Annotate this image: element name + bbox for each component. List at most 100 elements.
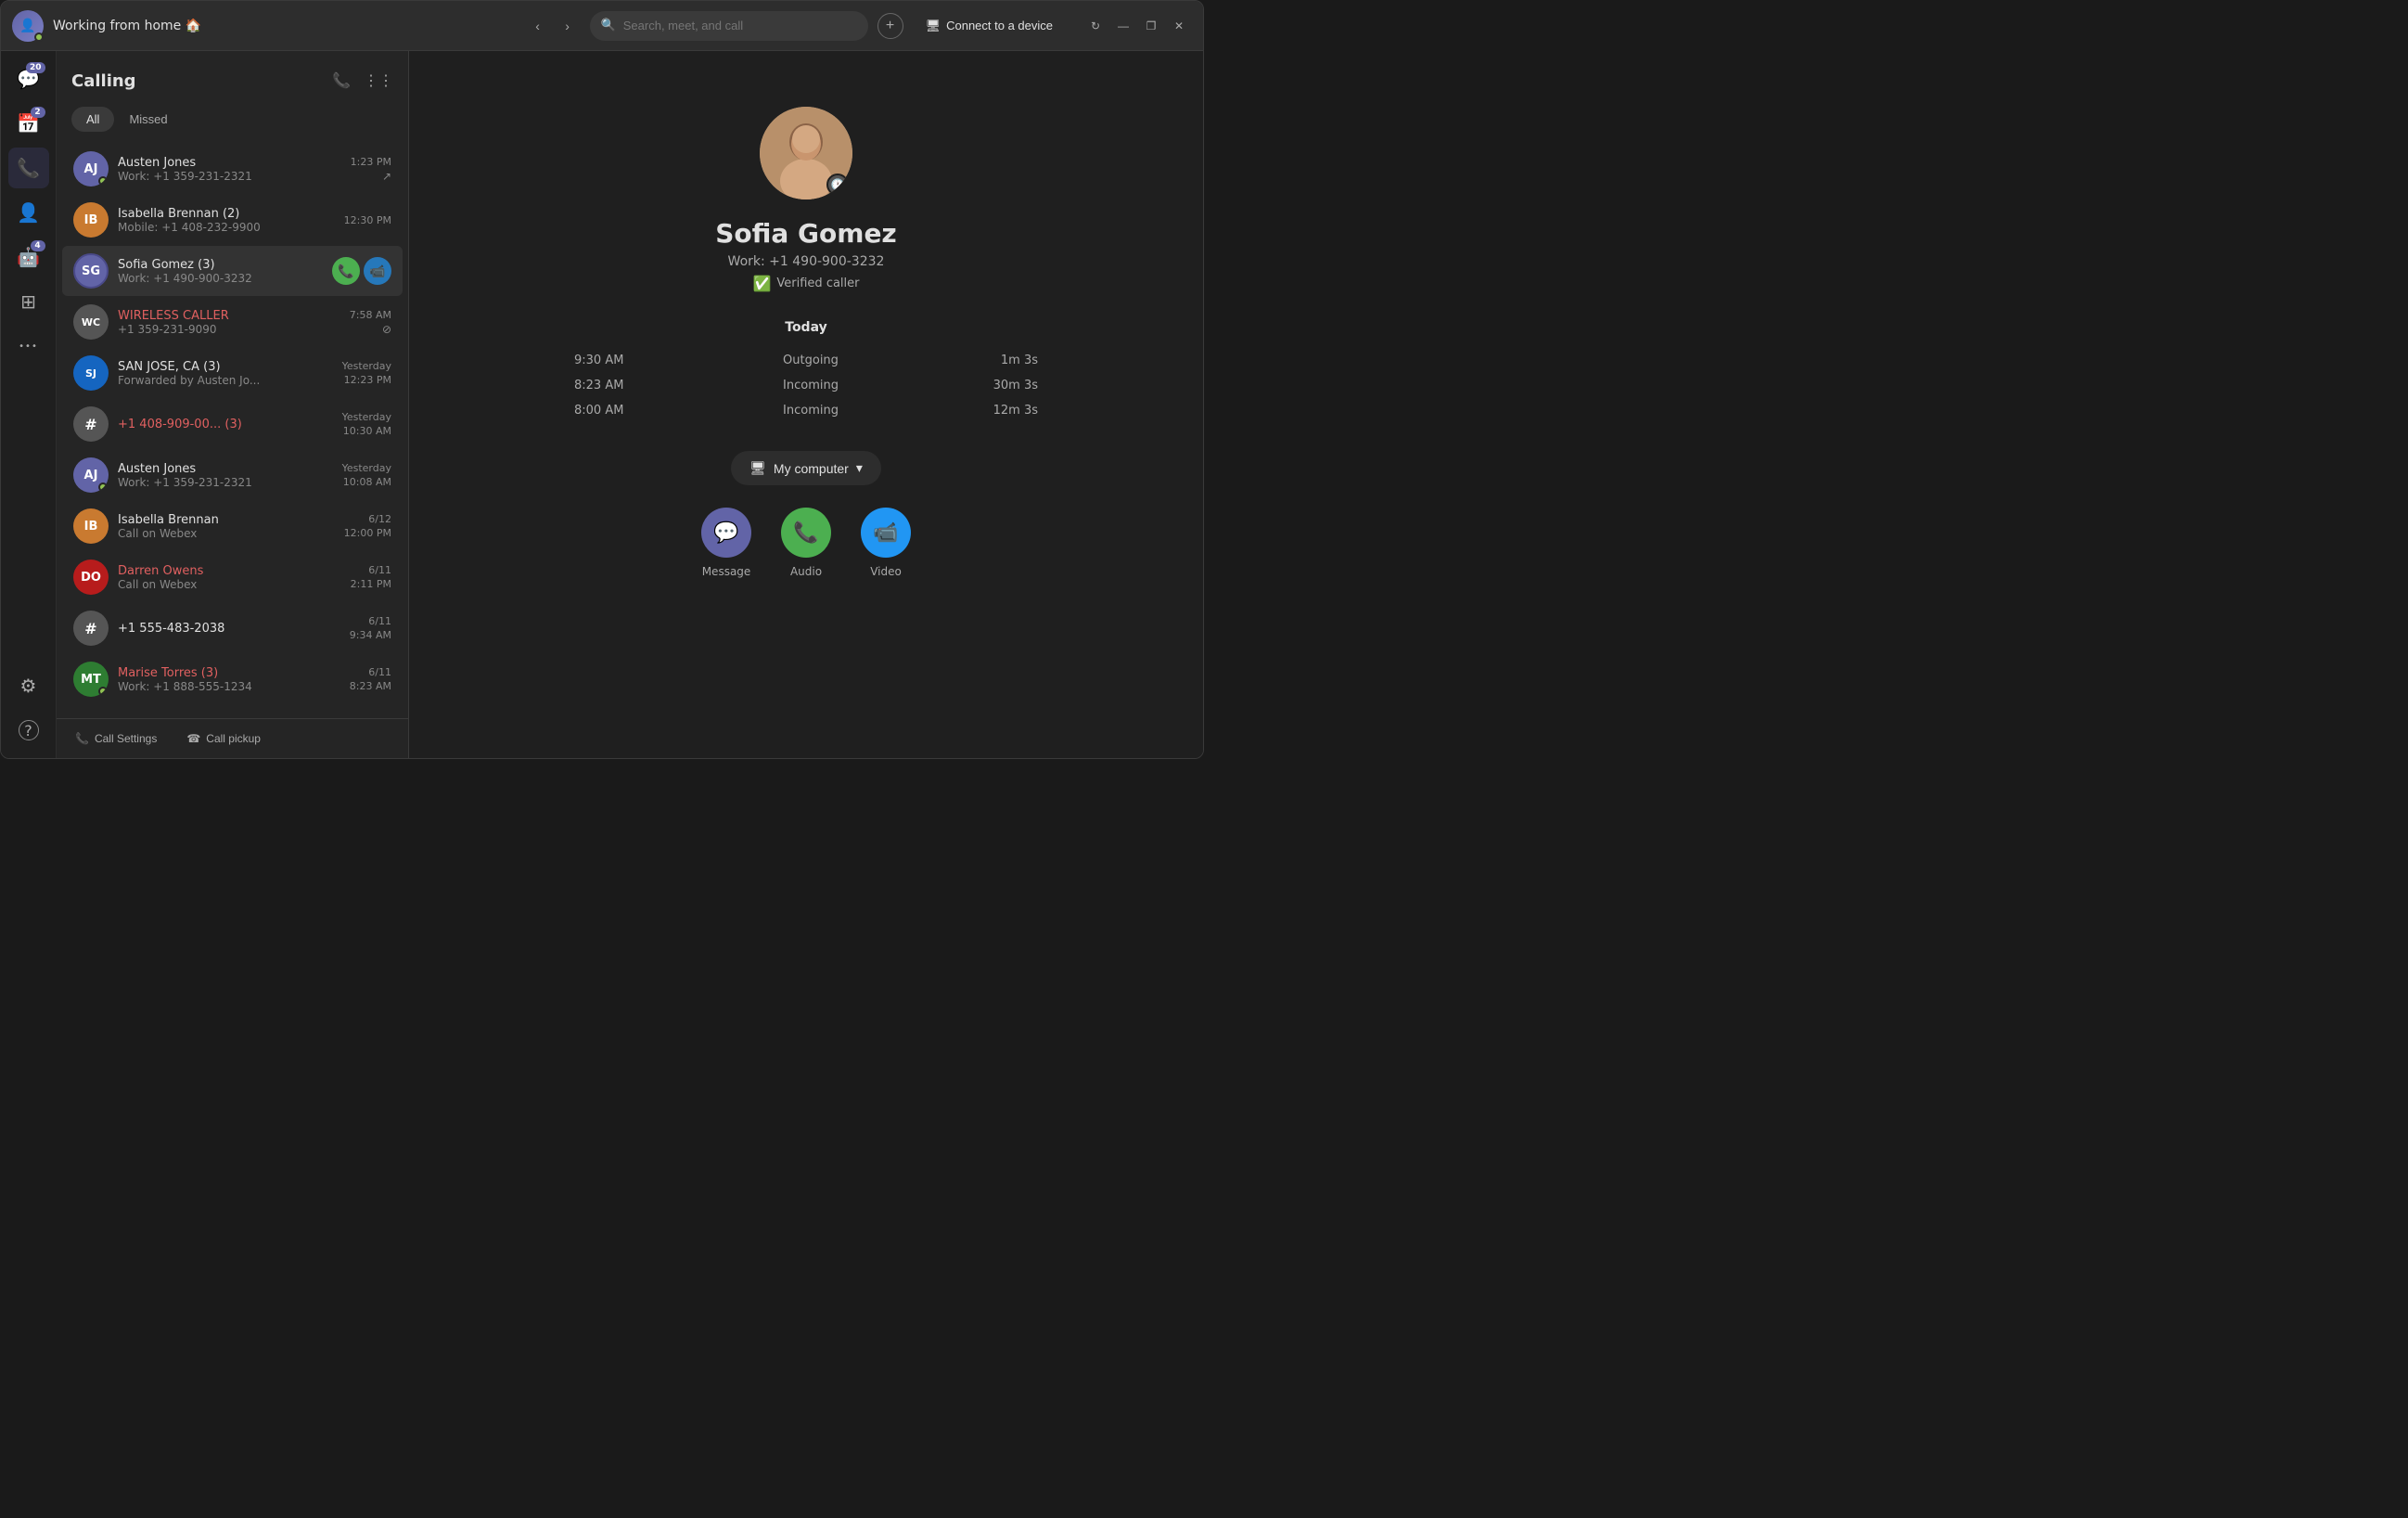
message-button[interactable]: 💬 — [701, 508, 751, 558]
video-button[interactable]: 📹 — [861, 508, 911, 558]
history-date-label: Today — [574, 320, 1038, 335]
device-selector-button[interactable]: 🖥 My computer ▾ — [731, 451, 881, 485]
sidebar-item-help[interactable]: ? — [8, 710, 49, 751]
status-dot — [34, 32, 44, 42]
call-settings-button[interactable]: 📞 Call Settings — [68, 728, 164, 749]
list-item[interactable]: AJ Austen Jones Work: +1 359-231-2321 Ye… — [62, 450, 403, 500]
connect-device-button[interactable]: 🖥 Connect to a device — [913, 13, 1066, 39]
avatar: SJ — [73, 355, 109, 391]
audio-label: Audio — [790, 565, 822, 578]
avatar: IB — [73, 202, 109, 238]
message-action-wrap: 💬 Message — [701, 508, 751, 578]
add-button[interactable]: + — [877, 13, 903, 39]
caller-name: Isabella Brennan (2) — [118, 207, 335, 221]
call-bottom: 📞 Call Settings ☎ Call pickup — [57, 718, 408, 758]
avatar: # — [73, 406, 109, 442]
caller-number: Mobile: +1 408-232-9900 — [118, 221, 335, 234]
sidebar-nav: 💬 20 📅 2 📞 👤 🤖 4 ⊞ ••• — [1, 51, 57, 758]
close-button[interactable]: ✕ — [1166, 13, 1192, 39]
avatar: WC — [73, 304, 109, 340]
avatar: IB — [73, 508, 109, 544]
sidebar-item-bots[interactable]: 🤖 4 — [8, 237, 49, 277]
contact-number: Work: +1 490-900-3232 — [728, 254, 885, 269]
contacts-icon: 👤 — [17, 201, 40, 224]
computer-icon: 🖥 — [749, 460, 766, 476]
contact-name: Sofia Gomez — [715, 218, 896, 249]
caller-name: Marise Torres (3) — [118, 666, 340, 680]
help-icon: ? — [19, 720, 39, 740]
app-title: Working from home 🏠 — [53, 19, 516, 33]
avatar: 👤 — [12, 10, 44, 42]
sidebar-item-more[interactable]: ••• — [8, 326, 49, 367]
list-item[interactable]: IB Isabella Brennan Call on Webex 6/12 1… — [62, 501, 403, 551]
sidebar-item-calendar[interactable]: 📅 2 — [8, 103, 49, 144]
list-item[interactable]: MT Marise Torres (3) Work: +1 888-555-12… — [62, 654, 403, 704]
calling-header: Calling 📞 ⋮⋮ — [57, 51, 408, 107]
list-item[interactable]: # +1 408-909-00... (3) Yesterday 10:30 A… — [62, 399, 403, 449]
list-item[interactable]: AJ Austen Jones Work: +1 359-231-2321 1:… — [62, 144, 403, 194]
sidebar-item-settings[interactable]: ⚙ — [8, 665, 49, 706]
caller-number: Work: +1 490-900-3232 — [118, 272, 323, 285]
search-input[interactable] — [623, 19, 857, 32]
verified-badge: ✅ Verified caller — [752, 275, 859, 292]
list-item[interactable]: SJ SAN JOSE, CA (3) Forwarded by Austen … — [62, 348, 403, 398]
monitor-icon: 🖥 — [926, 19, 941, 33]
filter-missed-tab[interactable]: Missed — [114, 107, 182, 132]
audio-call-button[interactable]: 📞 — [332, 257, 360, 285]
video-call-button[interactable]: 📹 — [364, 257, 391, 285]
refresh-button[interactable]: ↻ — [1082, 13, 1108, 39]
call-list: AJ Austen Jones Work: +1 359-231-2321 1:… — [57, 143, 408, 718]
avatar: AJ — [73, 151, 109, 187]
more-options-button[interactable]: ⋮⋮ — [364, 66, 393, 96]
caller-number: +1 359-231-9090 — [118, 323, 340, 336]
call-pickup-icon: ☎ — [186, 732, 200, 745]
call-history-section: Today 9:30 AM Outgoing 1m 3s 8:23 AM Inc… — [574, 320, 1038, 423]
list-item[interactable]: DO Darren Owens Call on Webex 6/11 2:11 … — [62, 552, 403, 602]
make-call-button[interactable]: 📞 — [327, 66, 356, 96]
device-selector: 🖥 My computer ▾ — [731, 451, 881, 485]
caller-number: Call on Webex — [118, 578, 341, 591]
list-item[interactable]: SG Sofia Gomez (3) Work: +1 490-900-3232… — [62, 246, 403, 296]
caller-name: Sofia Gomez (3) — [118, 258, 323, 272]
nav-back-button[interactable]: ‹ — [525, 13, 551, 39]
list-item[interactable]: # +1 555-483-2038 6/11 9:34 AM — [62, 603, 403, 653]
action-buttons: 💬 Message 📞 Audio 📹 Video — [701, 508, 911, 578]
filter-tabs: All Missed — [57, 107, 408, 143]
search-icon: 🔍 — [601, 19, 616, 32]
calling-title: Calling — [71, 71, 136, 91]
list-item[interactable]: IB Isabella Brennan (2) Mobile: +1 408-2… — [62, 195, 403, 245]
caller-number: Forwarded by Austen Jo... — [118, 374, 333, 387]
filter-all-tab[interactable]: All — [71, 107, 114, 132]
main-content: 💬 20 📅 2 📞 👤 🤖 4 ⊞ ••• — [1, 51, 1203, 758]
title-bar: 👤 Working from home 🏠 ‹ › 🔍 + 🖥 Connect … — [1, 1, 1203, 51]
caller-name: +1 408-909-00... (3) — [118, 418, 333, 431]
search-bar: 🔍 — [590, 11, 868, 41]
caller-number: Work: +1 888-555-1234 — [118, 680, 340, 693]
call-pickup-button[interactable]: ☎ Call pickup — [179, 728, 268, 749]
minimize-button[interactable]: — — [1110, 13, 1136, 39]
caller-number: Work: +1 359-231-2321 — [118, 170, 341, 183]
call-settings-icon: 📞 — [75, 732, 89, 745]
restore-button[interactable]: ❐ — [1138, 13, 1164, 39]
sidebar-item-contacts[interactable]: 👤 — [8, 192, 49, 233]
history-item: 9:30 AM Outgoing 1m 3s — [574, 348, 1038, 373]
list-item[interactable]: WC WIRELESS CALLER +1 359-231-9090 7:58 … — [62, 297, 403, 347]
more-icon: ••• — [19, 341, 38, 352]
verified-icon: ✅ — [752, 275, 771, 292]
caller-name: +1 555-483-2038 — [118, 622, 340, 636]
caller-name: Austen Jones — [118, 156, 341, 170]
audio-button[interactable]: 📞 — [781, 508, 831, 558]
sidebar-item-chat[interactable]: 💬 20 — [8, 58, 49, 99]
nav-forward-button[interactable]: › — [555, 13, 581, 39]
history-item: 8:00 AM Incoming 12m 3s — [574, 398, 1038, 423]
avatar: DO — [73, 560, 109, 595]
contact-detail: 🕐 Sofia Gomez Work: +1 490-900-3232 ✅ Ve… — [409, 51, 1203, 758]
nav-arrows: ‹ › — [525, 13, 581, 39]
sidebar-item-calls[interactable]: 📞 — [8, 148, 49, 188]
settings-icon: ⚙ — [20, 675, 37, 697]
message-label: Message — [702, 565, 751, 578]
calling-panel: Calling 📞 ⋮⋮ All Missed AJ A — [57, 51, 409, 758]
sidebar-item-apps[interactable]: ⊞ — [8, 281, 49, 322]
caller-name: SAN JOSE, CA (3) — [118, 360, 333, 374]
avatar: MT — [73, 662, 109, 697]
